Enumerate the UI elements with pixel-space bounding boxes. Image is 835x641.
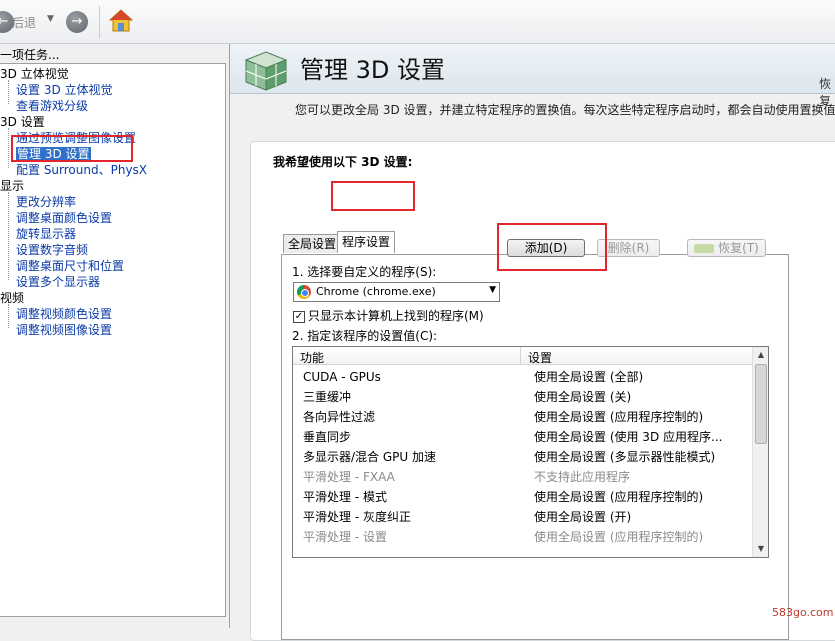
table-row[interactable]: 各向异性过滤 使用全局设置 (应用程序控制的) [293, 407, 752, 427]
restore-button-label: 恢复(T) [718, 241, 759, 255]
row-feature: 平滑处理 - 模式 [303, 490, 387, 504]
tree-connector [8, 128, 9, 168]
highlight-box-program-tab [331, 181, 415, 211]
tree-item-rotate-display[interactable]: 旋转显示器 [16, 226, 76, 242]
tree-item-desktop-size-position[interactable]: 调整桌面尺寸和位置 [16, 258, 124, 274]
tab-global-settings[interactable]: 全局设置 [283, 234, 342, 253]
settings-list-header: 功能 设置 [293, 347, 752, 365]
show-local-programs-checkbox[interactable]: ✓ [293, 310, 305, 323]
home-icon[interactable] [108, 8, 134, 34]
column-header-setting[interactable]: 设置 [528, 349, 552, 366]
list-scrollbar[interactable]: ▲ ▼ [752, 347, 768, 557]
row-setting: 使用全局设置 (应用程序控制的) [534, 490, 704, 504]
table-row[interactable]: 多显示器/混合 GPU 加速 使用全局设置 (多显示器性能模式) [293, 447, 752, 467]
chrome-icon [297, 285, 311, 299]
show-local-programs-label: 只显示本计算机上找到的程序(M) [308, 309, 484, 323]
tree-item-game-ratings[interactable]: 查看游戏分级 [16, 98, 88, 114]
select-program-label: 1. 选择要自定义的程序(S): [292, 265, 437, 279]
show-local-programs-option[interactable]: ✓ 只显示本计算机上找到的程序(M) [293, 307, 484, 324]
row-setting: 不支持此应用程序 [534, 470, 631, 484]
column-header-feature[interactable]: 功能 [300, 349, 324, 366]
table-row[interactable]: 三重缓冲 使用全局设置 (关) [293, 387, 752, 407]
row-feature: 平滑处理 - 灰度纠正 [303, 510, 411, 524]
watermark: 583go.com [772, 606, 834, 619]
program-select[interactable]: Chrome (chrome.exe) ▼ [293, 282, 500, 302]
chevron-down-icon: ▼ [489, 285, 496, 295]
row-feature: 垂直同步 [303, 430, 352, 444]
main-panel: 管理 3D 设置 恢复 您可以更改全局 3D 设置，并建立特定程序的置换值。每次… [229, 44, 835, 641]
row-feature: 各向异性过滤 [303, 410, 376, 424]
toolbar: ← 后退 ▼ → [0, 0, 835, 44]
highlight-box-add-button [497, 223, 607, 271]
settings-heading: 我希望使用以下 3D 设置: [273, 155, 413, 169]
program-select-value: Chrome (chrome.exe) [316, 285, 436, 298]
row-feature: 三重缓冲 [303, 390, 352, 404]
3d-cube-icon [244, 51, 288, 91]
row-feature: CUDA - GPUs [303, 370, 381, 384]
back-button-label[interactable]: 后退 [12, 14, 36, 31]
tree-item-change-resolution[interactable]: 更改分辨率 [16, 194, 76, 210]
settings-group: 我希望使用以下 3D 设置: 全局设置 程序设置 1. 选择要自定义的程序(S)… [250, 141, 835, 641]
history-dropdown-icon[interactable]: ▼ [47, 14, 54, 24]
tree-item-desktop-color[interactable]: 调整桌面颜色设置 [16, 210, 112, 226]
tree-connector [8, 304, 9, 328]
restore-icon [694, 244, 715, 253]
tree-category-3d-settings[interactable]: 3D 设置 [0, 114, 45, 130]
tree-connector [8, 80, 9, 104]
tab-program-settings[interactable]: 程序设置 [337, 231, 396, 253]
tree-item-video-image[interactable]: 调整视频图像设置 [16, 322, 112, 338]
tree-connector [8, 192, 9, 280]
row-setting: 使用全局设置 (全部) [534, 370, 644, 384]
row-setting: 使用全局设置 (应用程序控制的) [534, 530, 704, 544]
table-row[interactable]: 平滑处理 - 模式 使用全局设置 (应用程序控制的) [293, 487, 752, 507]
row-feature: 平滑处理 - FXAA [303, 470, 395, 484]
tree-item-configure-surround-physx[interactable]: 配置 Surround、PhysX [16, 162, 147, 178]
row-feature: 平滑处理 - 设置 [303, 530, 387, 544]
settings-list[interactable]: 功能 设置 CUDA - GPUs 使用全局设置 (全部) 三重缓冲 使用全局设… [292, 346, 769, 558]
tree-category-video[interactable]: 视频 [0, 290, 24, 306]
forward-arrow-icon[interactable]: → [66, 11, 88, 33]
toolbar-divider [99, 6, 100, 38]
table-row[interactable]: 垂直同步 使用全局设置 (使用 3D 应用程序... [293, 427, 752, 447]
table-row[interactable]: 平滑处理 - FXAA 不支持此应用程序 [293, 467, 752, 487]
row-setting: 使用全局设置 (多显示器性能模式) [534, 450, 716, 464]
task-panel-header: 一项任务... [0, 44, 228, 64]
tree-item-setup-3d-stereo[interactable]: 设置 3D 立体视觉 [16, 82, 113, 98]
table-row[interactable]: 平滑处理 - 灰度纠正 使用全局设置 (开) [293, 507, 752, 527]
scroll-thumb[interactable] [755, 364, 767, 444]
scroll-up-icon[interactable]: ▲ [753, 347, 768, 363]
row-setting: 使用全局设置 (开) [534, 510, 632, 524]
page-description: 您可以更改全局 3D 设置，并建立特定程序的置换值。每次这些特定程序启动时，都会… [295, 103, 835, 117]
restore-program-button[interactable]: 恢复(T) [687, 239, 766, 257]
specify-settings-label: 2. 指定该程序的设置值(C): [292, 329, 438, 343]
tree-item-digital-audio[interactable]: 设置数字音频 [16, 242, 88, 258]
task-panel-title: 一项任务... [0, 48, 60, 62]
tree-item-multiple-displays[interactable]: 设置多个显示器 [16, 274, 100, 290]
column-divider [520, 347, 521, 365]
highlight-box-manage-3d [11, 135, 133, 162]
page-title: 管理 3D 设置 [300, 56, 446, 84]
page-banner: 管理 3D 设置 恢复 [230, 44, 835, 108]
table-row[interactable]: 平滑处理 - 设置 使用全局设置 (应用程序控制的) [293, 527, 752, 547]
scroll-down-icon[interactable]: ▼ [753, 541, 768, 557]
program-settings-pane: 1. 选择要自定义的程序(S): Chrome (chrome.exe) ▼ ✓… [281, 254, 789, 640]
row-feature: 多显示器/混合 GPU 加速 [303, 450, 436, 464]
tree-category-display[interactable]: 显示 [0, 178, 24, 194]
row-setting: 使用全局设置 (应用程序控制的) [534, 410, 704, 424]
tree-item-video-color[interactable]: 调整视频颜色设置 [16, 306, 112, 322]
tree-category-3d-stereo[interactable]: 3D 立体视觉 [0, 66, 69, 82]
row-setting: 使用全局设置 (使用 3D 应用程序... [534, 430, 723, 444]
table-row[interactable]: CUDA - GPUs 使用全局设置 (全部) [293, 367, 752, 387]
row-setting: 使用全局设置 (关) [534, 390, 632, 404]
